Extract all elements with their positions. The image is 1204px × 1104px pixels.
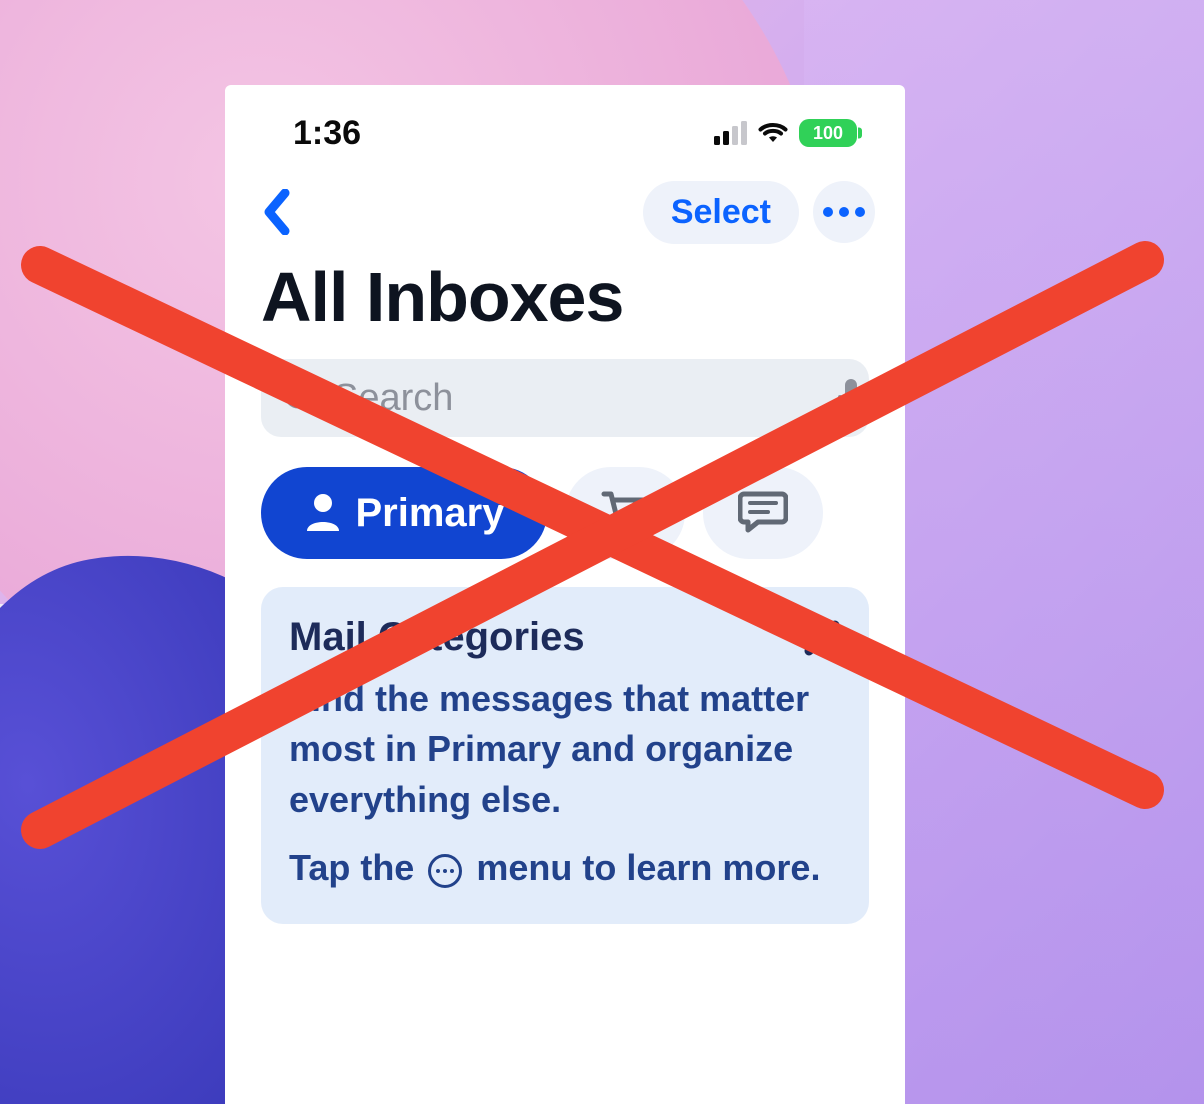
page-title: All Inboxes bbox=[225, 257, 905, 337]
callout-tap-suffix: menu to learn more. bbox=[476, 847, 820, 888]
tab-primary-label: Primary bbox=[356, 491, 505, 536]
ellipsis-circle-icon bbox=[428, 854, 462, 888]
status-time: 1:36 bbox=[293, 114, 361, 153]
callout-close-button[interactable] bbox=[803, 619, 841, 657]
status-right: 100 bbox=[714, 119, 857, 147]
nav-bar: Select bbox=[225, 167, 905, 247]
callout-title: Mail Categories bbox=[289, 615, 585, 660]
phone-frame: 1:36 100 Select bbox=[225, 85, 905, 1104]
back-button[interactable] bbox=[261, 189, 291, 235]
callout-tap-line: Tap the menu to learn more. bbox=[289, 843, 841, 893]
tab-primary[interactable]: Primary bbox=[261, 467, 547, 559]
microphone-icon[interactable] bbox=[836, 377, 866, 419]
person-icon bbox=[304, 491, 342, 536]
callout-body: Find the messages that matter most in Pr… bbox=[289, 674, 841, 825]
wifi-icon bbox=[757, 121, 789, 145]
search-field[interactable] bbox=[261, 359, 869, 437]
chat-icon bbox=[738, 488, 788, 539]
battery-level: 100 bbox=[813, 123, 843, 144]
more-menu-button[interactable] bbox=[813, 181, 875, 243]
category-tabs: Primary bbox=[225, 437, 905, 587]
battery-indicator: 100 bbox=[799, 119, 857, 147]
select-button[interactable]: Select bbox=[643, 181, 799, 244]
search-input[interactable] bbox=[333, 377, 822, 420]
callout-tap-prefix: Tap the bbox=[289, 847, 414, 888]
nav-actions: Select bbox=[643, 181, 875, 244]
search-icon bbox=[283, 380, 319, 416]
mail-categories-callout: Mail Categories Find the messages that m… bbox=[261, 587, 869, 924]
ellipsis-icon bbox=[823, 207, 865, 217]
cellular-signal-icon bbox=[714, 121, 747, 145]
callout-header: Mail Categories bbox=[289, 615, 841, 660]
cart-icon bbox=[600, 488, 650, 539]
tab-promotions[interactable] bbox=[565, 467, 685, 559]
status-bar: 1:36 100 bbox=[225, 85, 905, 167]
tab-updates[interactable] bbox=[703, 467, 823, 559]
